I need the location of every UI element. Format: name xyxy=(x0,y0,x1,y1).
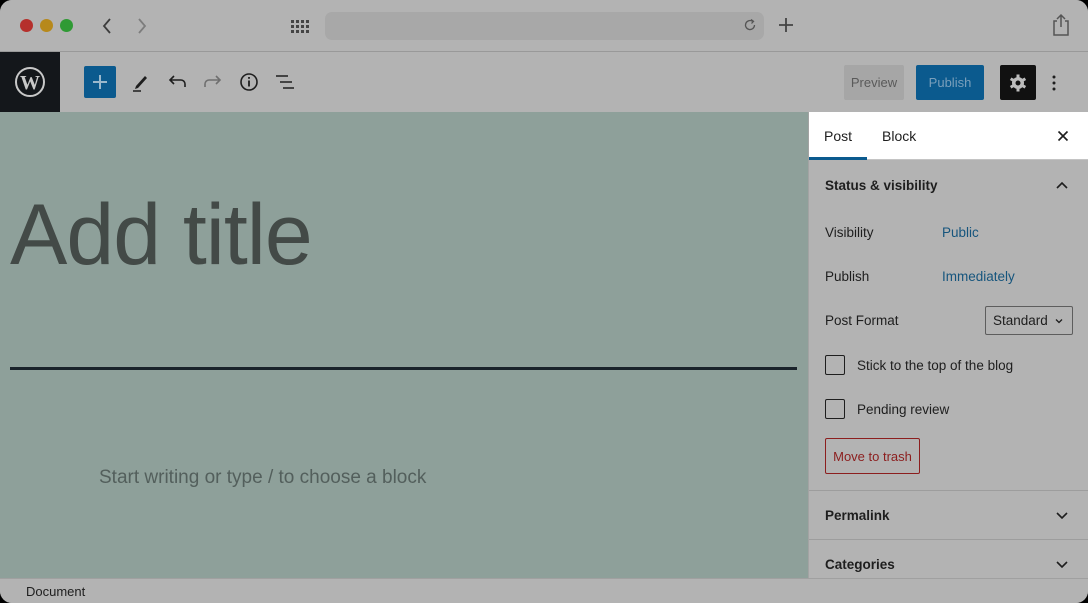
window-maximize-button[interactable] xyxy=(60,19,73,32)
back-button[interactable] xyxy=(95,12,119,40)
editor-header: W Preview Publish xyxy=(0,52,1088,112)
browser-window: W Preview Publish Add title Start writin… xyxy=(0,0,1088,603)
sticky-checkbox[interactable] xyxy=(825,355,845,375)
tab-post[interactable]: Post xyxy=(809,112,867,160)
wordpress-logo-button[interactable]: W xyxy=(0,52,60,112)
gear-icon xyxy=(1009,74,1027,91)
info-icon xyxy=(240,73,258,91)
visibility-label: Visibility xyxy=(825,225,874,240)
more-options-button[interactable] xyxy=(1044,65,1064,100)
post-format-select[interactable]: Standard xyxy=(985,306,1073,335)
browser-toolbar xyxy=(0,0,1088,52)
forward-button[interactable] xyxy=(130,12,154,40)
pending-review-checkbox[interactable] xyxy=(825,399,845,419)
sticky-label[interactable]: Stick to the top of the blog xyxy=(857,358,1013,373)
block-appender[interactable]: Start writing or type / to choose a bloc… xyxy=(99,467,426,489)
visibility-toggle[interactable]: Public xyxy=(942,225,979,240)
panel-title: Categories xyxy=(825,556,895,572)
list-view-button[interactable] xyxy=(269,66,301,98)
reload-icon[interactable] xyxy=(742,17,758,33)
share-button[interactable] xyxy=(1050,12,1072,38)
editor-canvas: Add title Start writing or type / to cho… xyxy=(0,112,808,578)
tab-block[interactable]: Block xyxy=(882,112,916,160)
list-view-icon xyxy=(276,75,294,89)
chevron-left-icon xyxy=(102,18,111,34)
publish-date-toggle[interactable]: Immediately xyxy=(942,269,1015,284)
sidebar-tabs: Post Block xyxy=(809,112,1088,160)
pencil-icon xyxy=(133,76,147,92)
chevron-up-icon xyxy=(1056,181,1068,189)
svg-text:W: W xyxy=(20,72,40,94)
editor-footer: Document xyxy=(0,578,1088,603)
settings-button[interactable] xyxy=(1000,65,1036,100)
breadcrumb-document[interactable]: Document xyxy=(26,584,85,599)
post-title-input[interactable]: Add title xyxy=(10,192,313,278)
move-to-trash-button[interactable]: Move to trash xyxy=(825,438,920,474)
details-button[interactable] xyxy=(233,66,265,98)
panel-title: Status & visibility xyxy=(825,177,938,193)
share-icon xyxy=(1053,13,1069,36)
new-tab-button[interactable] xyxy=(774,13,798,37)
post-format-label: Post Format xyxy=(825,313,899,328)
chevron-down-icon xyxy=(1055,318,1063,323)
plus-icon xyxy=(93,75,107,89)
address-bar[interactable] xyxy=(325,12,764,40)
post-format-value: Standard xyxy=(993,313,1048,328)
status-visibility-panel-toggle[interactable]: Status & visibility xyxy=(809,161,1088,209)
title-separator xyxy=(10,367,797,370)
settings-sidebar: Post Block Status & visibility Visibilit… xyxy=(808,112,1088,578)
pending-review-label[interactable]: Pending review xyxy=(857,402,949,417)
publish-button[interactable]: Publish xyxy=(916,65,984,100)
add-block-button[interactable] xyxy=(84,66,116,98)
redo-button[interactable] xyxy=(197,66,229,98)
panel-title: Permalink xyxy=(825,507,890,523)
tools-button[interactable] xyxy=(125,66,157,98)
undo-button[interactable] xyxy=(161,66,193,98)
wordpress-icon: W xyxy=(15,67,45,97)
chevron-down-icon xyxy=(1056,512,1068,520)
grid-icon xyxy=(291,20,309,33)
window-close-button[interactable] xyxy=(20,19,33,32)
plus-icon xyxy=(779,18,793,32)
chevron-down-icon xyxy=(1056,561,1068,569)
more-vertical-icon xyxy=(1052,75,1056,90)
window-minimize-button[interactable] xyxy=(40,19,53,32)
permalink-panel-toggle[interactable]: Permalink xyxy=(809,491,1088,539)
preview-button[interactable]: Preview xyxy=(844,65,904,100)
publish-label: Publish xyxy=(825,269,870,284)
redo-icon xyxy=(204,75,222,87)
undo-icon xyxy=(168,75,186,87)
tab-overview-button[interactable] xyxy=(288,14,312,38)
close-icon[interactable] xyxy=(1055,128,1071,144)
chevron-right-icon xyxy=(138,18,147,34)
